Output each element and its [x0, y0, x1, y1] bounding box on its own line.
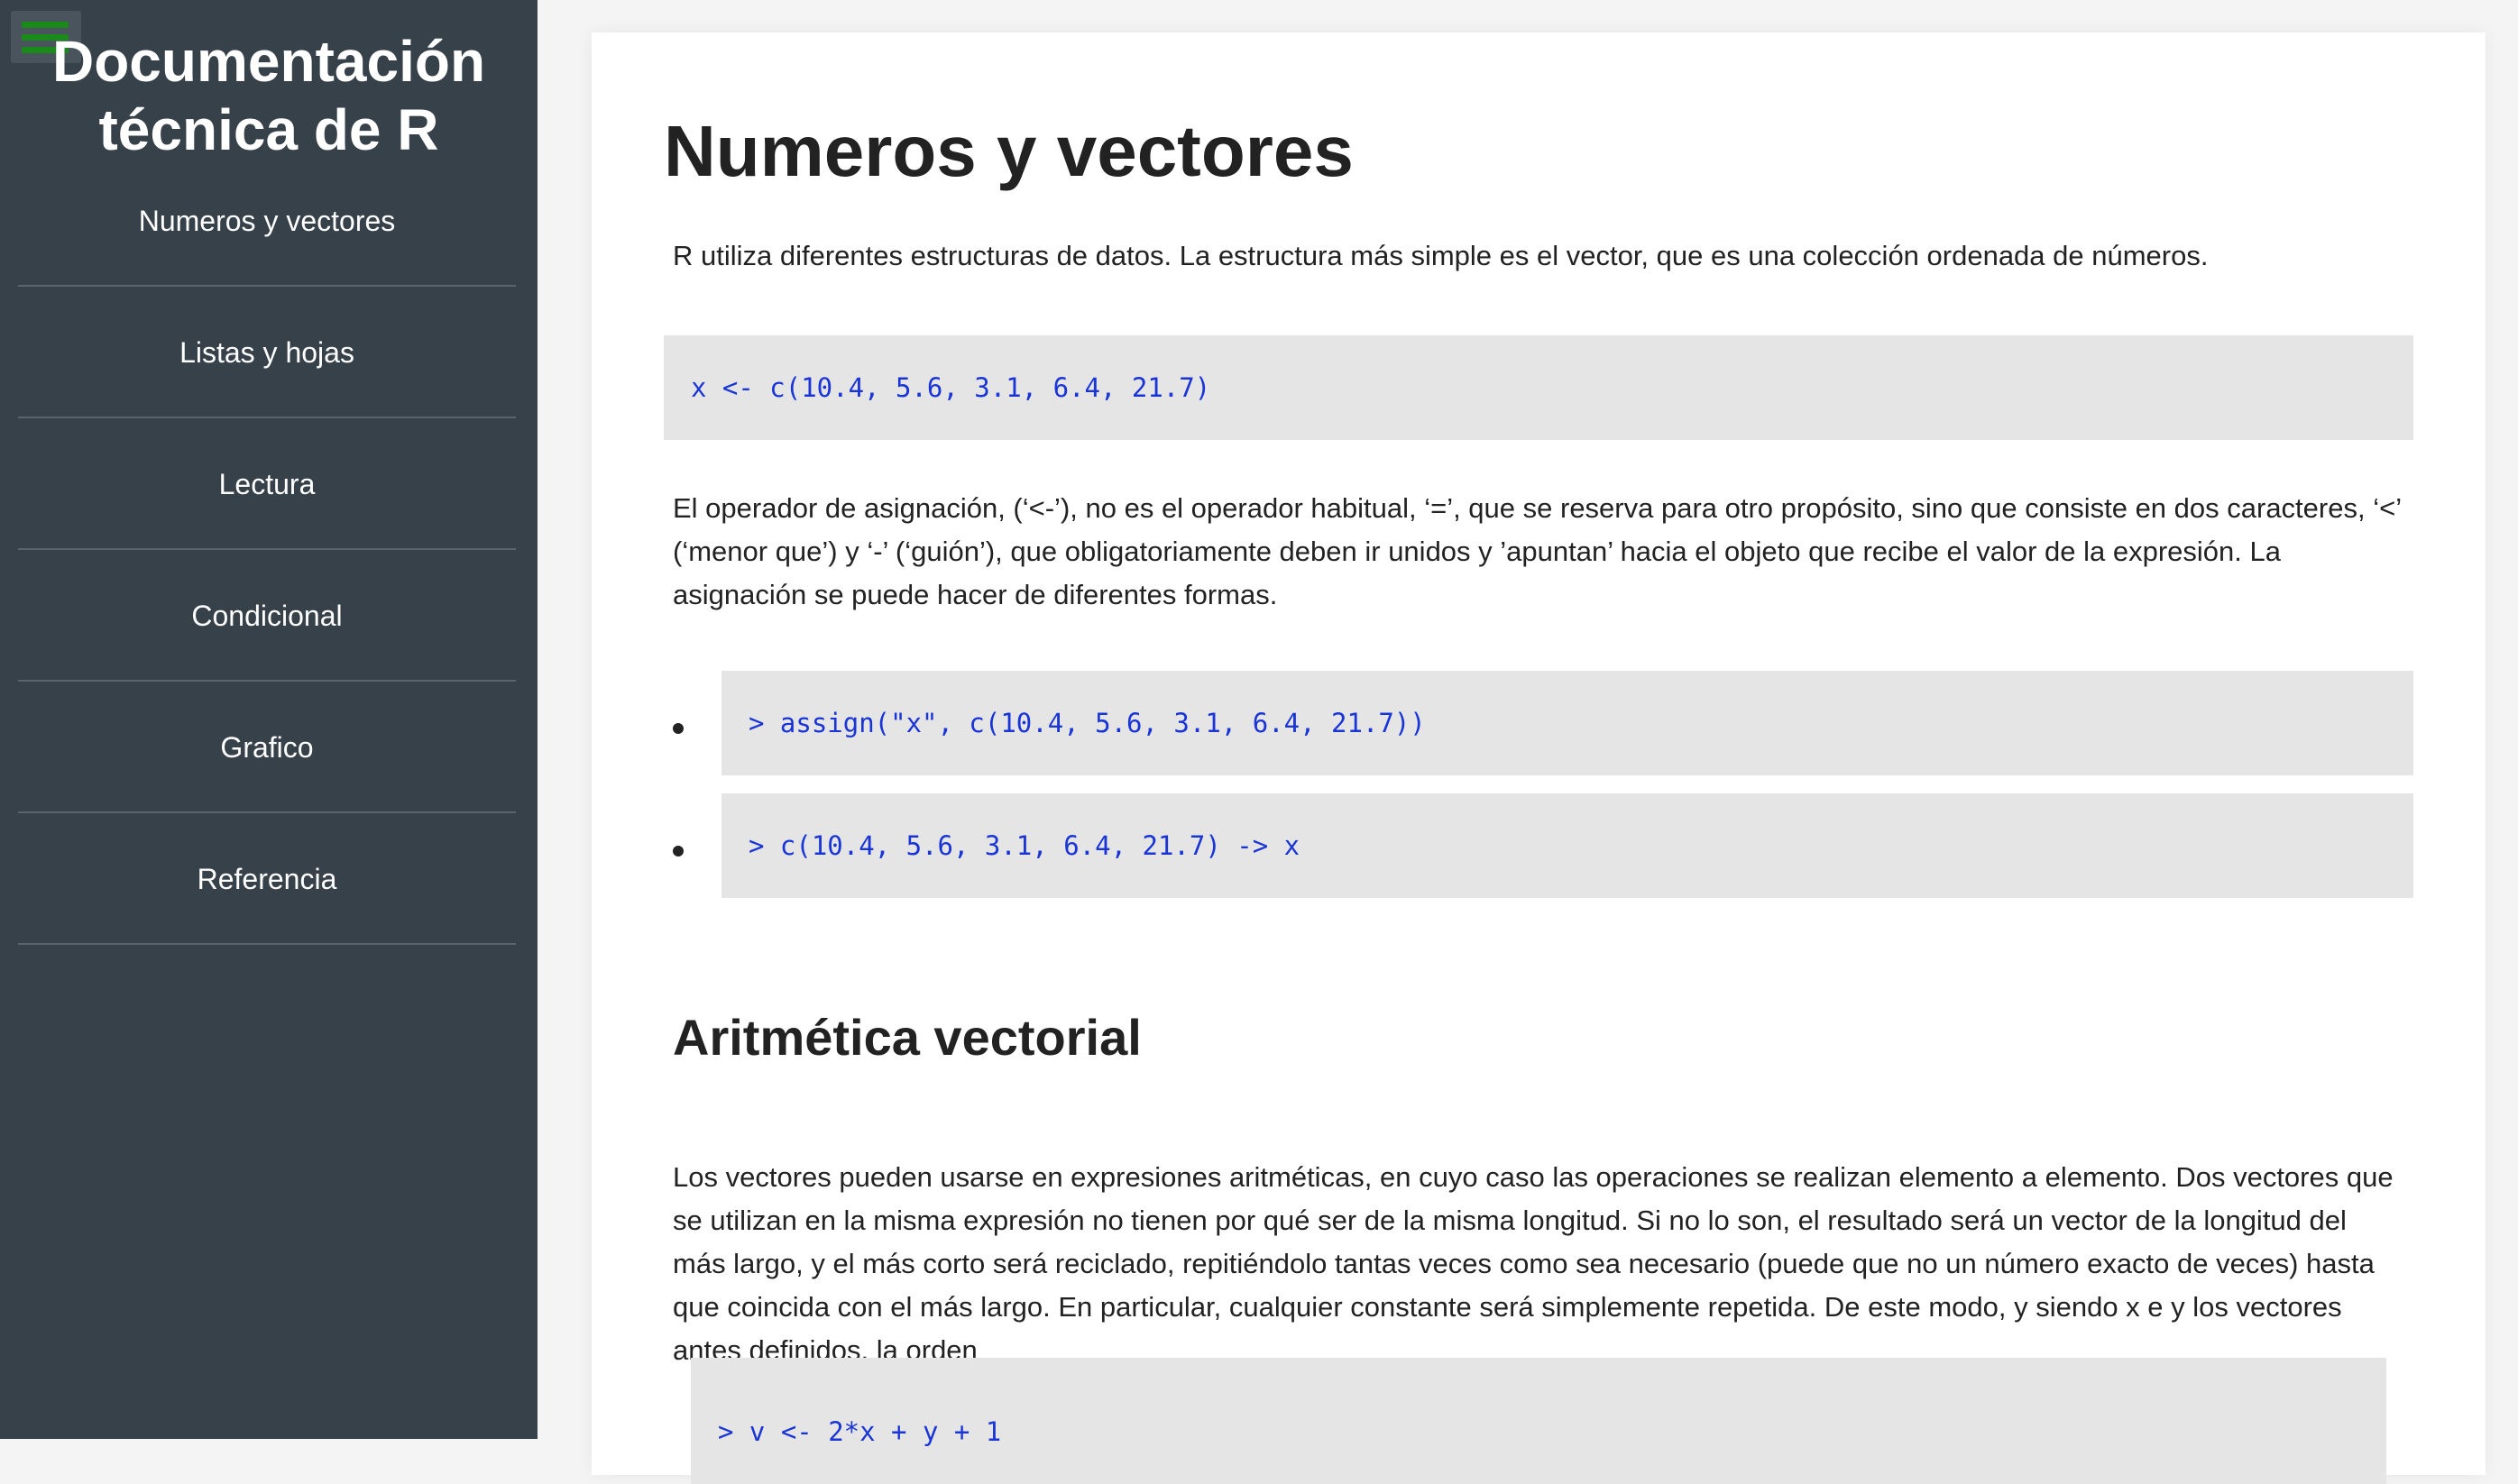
code-block: > assign("x", c(10.4, 5.6, 3.1, 6.4, 21.… [721, 671, 2413, 775]
page-title: Numeros y vectores [664, 111, 1354, 191]
arith-paragraph: Los vectores pueden usarse en expresione… [673, 1161, 2394, 1366]
sidebar-title: Documentación técnica de R [0, 27, 538, 164]
code-block: > v <- 2*x + y + 1 [691, 1358, 2386, 1484]
intro-paragraph: R utiliza diferentes estructuras de dato… [673, 240, 2209, 271]
code-block: x <- c(10.4, 5.6, 3.1, 6.4, 21.7) [664, 335, 2413, 440]
list-bullet [673, 723, 684, 734]
sidebar-title-line2: técnica de R [98, 97, 439, 162]
sidebar-item-lectura[interactable]: Lectura [18, 418, 516, 550]
sidebar-item-condicional[interactable]: Condicional [18, 550, 516, 682]
sidebar-item-grafico[interactable]: Grafico [18, 682, 516, 813]
assign-paragraph: El operador de asignación, (‘<-’), no es… [673, 492, 2401, 610]
sidebar-nav: Numeros y vectores Listas y hojas Lectur… [18, 180, 516, 945]
sidebar: Documentación técnica de R Numeros y vec… [0, 0, 538, 1439]
sidebar-item-referencia[interactable]: Referencia [18, 813, 516, 945]
section-heading: Aritmética vectorial [673, 1009, 1142, 1066]
list-bullet [673, 846, 684, 857]
code-block: > c(10.4, 5.6, 3.1, 6.4, 21.7) -> x [721, 793, 2413, 898]
sidebar-title-line1: Documentación [51, 29, 486, 94]
sidebar-item-listas-y-hojas[interactable]: Listas y hojas [18, 287, 516, 418]
main-content: Numeros y vectores R utiliza diferentes … [592, 32, 2486, 1484]
sidebar-item-numeros-y-vectores[interactable]: Numeros y vectores [18, 180, 516, 287]
